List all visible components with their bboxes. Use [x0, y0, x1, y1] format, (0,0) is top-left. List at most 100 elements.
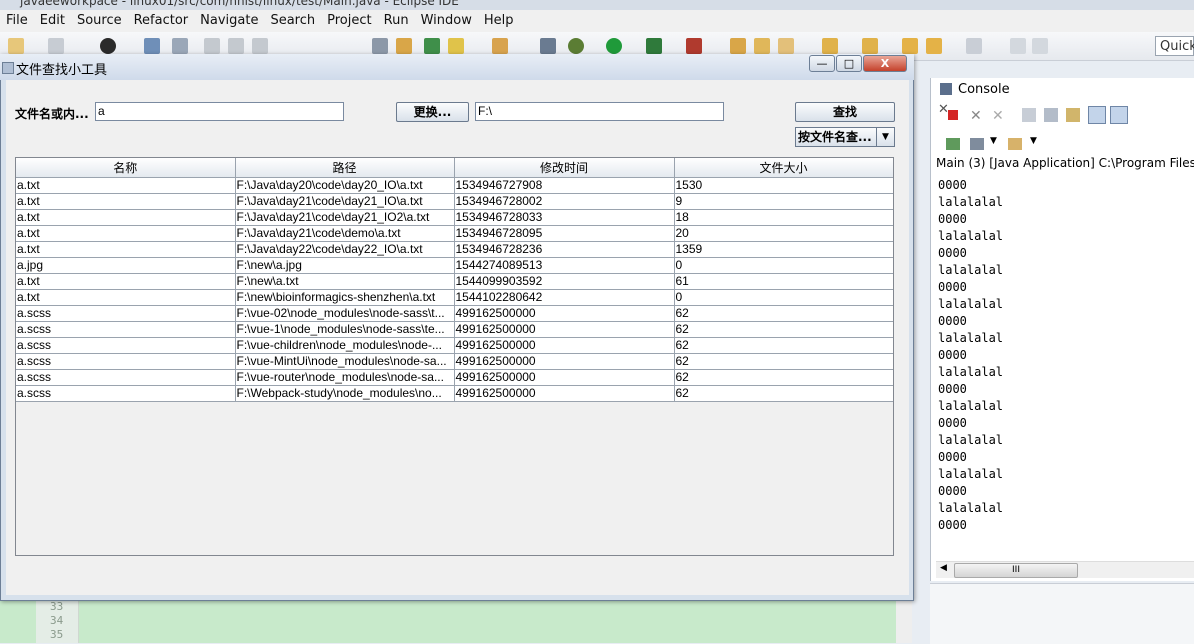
menu-refactor[interactable]: Refactor — [128, 10, 195, 32]
undo-nav-icon[interactable] — [1010, 38, 1026, 54]
table-row[interactable]: a.scss F:\vue-MintUi\node_modules\node-sa… — [16, 353, 893, 370]
pin-console-icon[interactable] — [946, 138, 960, 150]
menu-search[interactable]: Search — [264, 10, 321, 32]
cell-name: a.scss — [16, 305, 236, 322]
redo-nav-icon[interactable] — [1032, 38, 1048, 54]
perspective-icon[interactable] — [424, 38, 440, 54]
change-dir-button[interactable]: 更换... — [396, 102, 469, 122]
chevron-down-icon[interactable]: ▼ — [876, 128, 894, 146]
cell-name: a.scss — [16, 321, 236, 338]
filename-input[interactable]: a — [95, 102, 344, 121]
scroll-lock-icon[interactable] — [1044, 108, 1058, 122]
table-row[interactable]: a.scss F:\vue-1\node_modules\node-sass\te… — [16, 321, 893, 338]
cell-modified: 1534946728033 — [454, 209, 675, 226]
table-row[interactable]: a.jpg F:\new\a.jpg 1544274089513 0 — [16, 257, 893, 274]
suspend-icon[interactable] — [228, 38, 244, 54]
results-table[interactable]: 名称 路径 修改时间 文件大小 a.txt F:\Java\day20\code\… — [15, 157, 894, 556]
close-button[interactable]: X — [863, 55, 907, 72]
column-header-modified[interactable]: 修改时间 — [454, 158, 675, 178]
table-row[interactable]: a.txt F:\Java\day21\code\demo\a.txt 153494… — [16, 225, 893, 242]
remove-launch-icon[interactable]: ✕ — [970, 108, 982, 124]
table-row[interactable]: a.txt F:\Java\day20\code\day20_IO\a.txt 15… — [16, 177, 893, 194]
format-icon[interactable] — [372, 38, 388, 54]
back-icon[interactable] — [926, 38, 942, 54]
column-header-name[interactable]: 名称 — [16, 158, 236, 178]
cell-modified: 499162500000 — [454, 353, 675, 370]
console-horizontal-scrollbar[interactable]: ◀ III — [936, 561, 1194, 578]
debug-icon[interactable] — [172, 38, 188, 54]
remove-all-icon[interactable]: ✕ — [992, 108, 1004, 124]
column-header-path[interactable]: 路径 — [235, 158, 455, 178]
table-row[interactable]: a.scss F:\vue-children\node_modules\node-… — [16, 337, 893, 354]
pilcrow-icon[interactable] — [540, 38, 556, 54]
terminate-icon[interactable] — [252, 38, 268, 54]
cell-path: F:\vue-router\node_modules\node-sa... — [235, 369, 455, 386]
prev-edit-icon[interactable] — [862, 38, 878, 54]
console-line: lalalalal — [938, 399, 1004, 413]
word-wrap-icon[interactable] — [1066, 108, 1080, 122]
open-console-icon[interactable] — [1008, 138, 1022, 150]
maximize-button[interactable]: □ — [836, 55, 862, 72]
display-console-icon[interactable] — [970, 138, 984, 150]
console-line: lalalalal — [938, 263, 1004, 277]
menu-run[interactable]: Run — [378, 10, 415, 32]
editor-scrollbar[interactable] — [896, 600, 912, 643]
search-button[interactable]: 查找 — [795, 102, 895, 122]
column-header-size[interactable]: 文件大小 — [674, 158, 893, 178]
new-icon[interactable] — [8, 38, 24, 54]
dialog-title-bar[interactable]: 文件查找小工具 — [0, 54, 914, 80]
table-row[interactable]: a.txt F:\Java\day21\code\day21_IO2\a.txt 1… — [16, 209, 893, 226]
resume-icon[interactable] — [204, 38, 220, 54]
window-icon[interactable] — [144, 38, 160, 54]
quick-access-input[interactable]: Quick — [1155, 36, 1194, 56]
menu-window[interactable]: Window — [415, 10, 478, 32]
forward-icon[interactable] — [966, 38, 982, 54]
table-row[interactable]: a.txt F:\Java\day22\code\day22_IO\a.txt 15… — [16, 241, 893, 258]
next-annotation-icon[interactable] — [492, 38, 508, 54]
cell-path: F:\new\bioinformagics-shenzhen\a.txt — [235, 289, 455, 306]
minimize-button[interactable]: — — [809, 55, 835, 72]
show-stderr-icon[interactable] — [1110, 106, 1128, 124]
clear-console-icon[interactable] — [1022, 108, 1036, 122]
scroll-thumb[interactable]: III — [954, 563, 1078, 578]
chevron-down-icon[interactable]: ▼ — [1030, 136, 1037, 146]
menu-edit[interactable]: Edit — [34, 10, 71, 32]
last-edit-icon[interactable] — [902, 38, 918, 54]
open-type-icon[interactable] — [754, 38, 770, 54]
highlight-icon[interactable] — [448, 38, 464, 54]
search-mode-select[interactable]: 按文件名查... ▼ — [795, 127, 895, 147]
search-tool-icon[interactable] — [778, 38, 794, 54]
run-icon[interactable] — [606, 38, 622, 54]
table-row[interactable]: a.scss F:\vue-02\node_modules\node-sass\t… — [16, 305, 893, 322]
table-row[interactable]: a.txt F:\new\bioinformagics-shenzhen\a.tx… — [16, 289, 893, 306]
coverage-icon[interactable] — [646, 38, 662, 54]
chevron-down-icon[interactable]: ▼ — [990, 136, 997, 146]
menu-file[interactable]: File — [0, 10, 34, 32]
external-tools-icon[interactable] — [686, 38, 702, 54]
scroll-left-icon[interactable]: ◀ — [940, 563, 947, 573]
terminate-icon[interactable] — [948, 110, 958, 120]
directory-input[interactable]: F:\ — [475, 102, 724, 121]
menu-help[interactable]: Help — [478, 10, 520, 32]
ide-menu-bar: File Edit Source Refactor Navigate Search Proj… — [0, 10, 1194, 32]
line-number: 34 — [50, 614, 64, 627]
table-row[interactable]: a.scss F:\Webpack-study\node_modules\no..… — [16, 385, 893, 402]
user-icon[interactable] — [100, 38, 116, 54]
show-stdout-icon[interactable] — [1088, 106, 1106, 124]
line-number: 33 — [50, 600, 64, 613]
mark-occurrences-icon[interactable] — [396, 38, 412, 54]
menu-project[interactable]: Project — [321, 10, 377, 32]
cell-path: F:\vue-children\node_modules\node-... — [235, 337, 455, 354]
menu-source[interactable]: Source — [71, 10, 128, 32]
table-row[interactable]: a.scss F:\vue-router\node_modules\node-sa… — [16, 369, 893, 386]
menu-navigate[interactable]: Navigate — [194, 10, 264, 32]
code-editor[interactable] — [0, 600, 896, 643]
table-row[interactable]: a.txt F:\new\a.txt 1544099903592 61 — [16, 273, 893, 290]
next-edit-icon[interactable] — [822, 38, 838, 54]
bug-icon[interactable] — [568, 38, 584, 54]
console-output[interactable]: 0000 lalalalal 0000 lalalalal 0000 lalalalal 0… — [938, 177, 1003, 534]
console-tab[interactable]: Console ✕ — [932, 80, 1030, 117]
new-package-icon[interactable] — [730, 38, 746, 54]
save-icon[interactable] — [48, 38, 64, 54]
table-row[interactable]: a.txt F:\Java\day21\code\day21_IO\a.txt 15… — [16, 193, 893, 210]
